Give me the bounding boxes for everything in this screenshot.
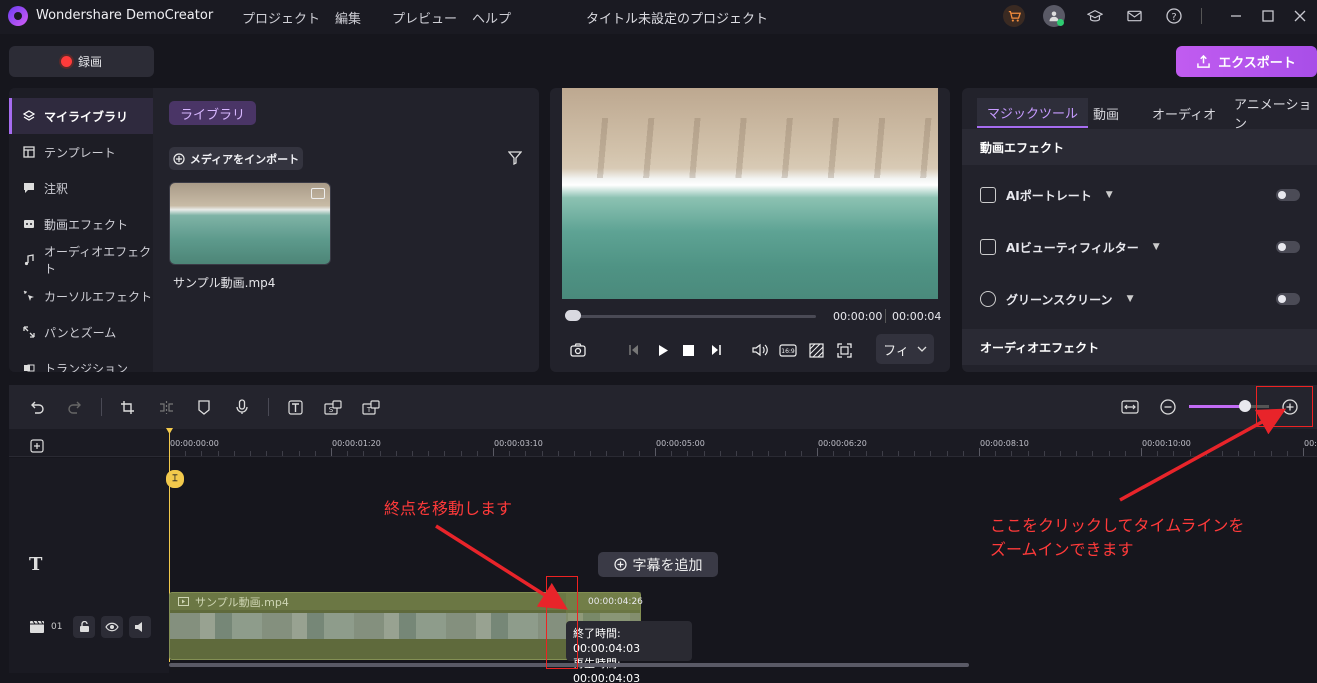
arrow-to-clip-end bbox=[435, 524, 568, 610]
arrow-to-zoom-in bbox=[1119, 408, 1287, 502]
annotation-arrows bbox=[435, 408, 1287, 610]
